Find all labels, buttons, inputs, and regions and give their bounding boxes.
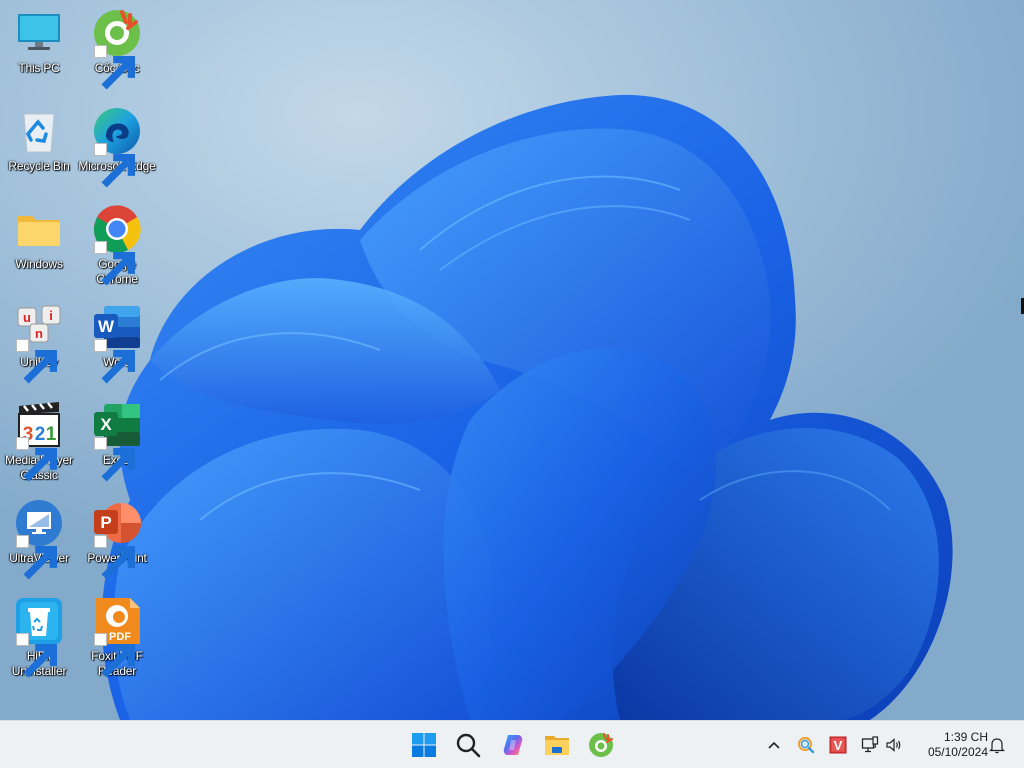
windows-start-icon: [412, 733, 436, 757]
desktop-icon-powerpoint[interactable]: P PowerPoint: [78, 494, 156, 580]
bell-icon: [989, 738, 1005, 754]
app-letter: X: [100, 415, 112, 434]
show-hidden-icons-button[interactable]: [762, 733, 786, 757]
desktop-icon-windows-folder[interactable]: Windows: [0, 200, 78, 272]
shortcut-arrow-icon: [16, 339, 58, 384]
speaker-icon: [886, 738, 901, 752]
desktop-icon-edge[interactable]: Microsoft Edge: [78, 102, 156, 188]
shortcut-arrow-icon: [94, 535, 135, 580]
chevron-up-icon: [768, 741, 780, 749]
unikey-v-icon: V: [829, 736, 847, 754]
monitor-icon: [14, 8, 64, 58]
tray-search-tool[interactable]: [794, 733, 818, 757]
chrome-icon: [92, 204, 142, 286]
desktop-icon-coc-coc[interactable]: Cốc Cốc: [78, 4, 156, 90]
desktop-icon-media-player-classic[interactable]: 3 2 1 Media Player Classic: [0, 396, 78, 483]
shortcut-arrow-icon: [94, 143, 135, 188]
shortcut-arrow-icon: [94, 339, 135, 384]
notifications-button[interactable]: [985, 733, 1009, 757]
unikey-icon: u i n: [14, 302, 64, 384]
magnifier-color-icon: [798, 737, 815, 754]
key-letter: i: [49, 308, 53, 323]
desktop-icon-unikey[interactable]: u i n UniKey: [0, 298, 78, 384]
word-icon: W: [92, 302, 142, 384]
key-letter: n: [35, 326, 43, 341]
shortcut-arrow-icon: [94, 633, 135, 678]
app-letter: P: [100, 513, 111, 532]
desktop-icon-foxit-pdf-reader[interactable]: PDF Foxit PDF Reader: [78, 592, 156, 679]
desktop-icon-recycle-bin[interactable]: Recycle Bin: [0, 102, 78, 174]
desktop-icon-label: Recycle Bin: [8, 159, 70, 173]
clock[interactable]: 1:39 CH 05/10/2024: [912, 730, 988, 760]
key-letter: u: [23, 310, 31, 325]
network-icon: [861, 736, 879, 753]
coccoc-icon: [589, 733, 613, 757]
powerpoint-icon: P: [92, 498, 142, 580]
desktop-icon-word[interactable]: W Word: [78, 298, 156, 384]
media-player-icon: 3 2 1: [14, 400, 64, 482]
desktop-icon-label: Windows: [15, 257, 63, 271]
tray-unikey[interactable]: V: [826, 733, 850, 757]
coccoc-taskbar-button[interactable]: [585, 729, 617, 761]
taskbar: V 1:39 CH 05/10/2024: [0, 720, 1024, 768]
copilot-button[interactable]: [497, 729, 529, 761]
start-button[interactable]: [408, 729, 440, 761]
search-icon: [456, 733, 481, 758]
unikey-mode-letter: V: [834, 738, 843, 753]
desktop-icon-ultraviewer[interactable]: UltraViewer: [0, 494, 78, 580]
desktop-icon-excel[interactable]: X Excel: [78, 396, 156, 482]
shortcut-arrow-icon: [16, 437, 58, 482]
shortcut-arrow-icon: [16, 535, 58, 580]
folder-icon: [14, 204, 64, 254]
edge-icon: [92, 106, 142, 188]
foxit-icon: PDF: [92, 596, 142, 678]
network-button[interactable]: [858, 733, 882, 757]
app-letter: W: [98, 317, 115, 336]
desktop-icon-label: This PC: [18, 61, 60, 75]
coccoc-icon: [92, 8, 142, 90]
desktop-icon-this-pc[interactable]: This PC: [0, 4, 78, 76]
shortcut-arrow-icon: [94, 437, 135, 482]
hibit-icon: [14, 596, 64, 678]
file-explorer-button[interactable]: [541, 729, 573, 761]
clock-date: 05/10/2024: [927, 745, 988, 759]
shortcut-arrow-icon: [94, 241, 135, 286]
copilot-icon: [503, 735, 523, 755]
desktop-icon-hibit-uninstaller[interactable]: HiBit Uninstaller: [0, 592, 78, 679]
file-explorer-icon: [545, 736, 569, 755]
shortcut-arrow-icon: [94, 45, 135, 90]
search-button[interactable]: [452, 729, 484, 761]
excel-icon: X: [92, 400, 142, 482]
recycle-bin-icon: [14, 106, 64, 156]
volume-button[interactable]: [882, 733, 906, 757]
desktop-icon-chrome[interactable]: Google Chrome: [78, 200, 156, 287]
ultraviewer-icon: [14, 498, 64, 580]
clock-time: 1:39 CH: [943, 730, 988, 744]
shortcut-arrow-icon: [16, 633, 58, 678]
